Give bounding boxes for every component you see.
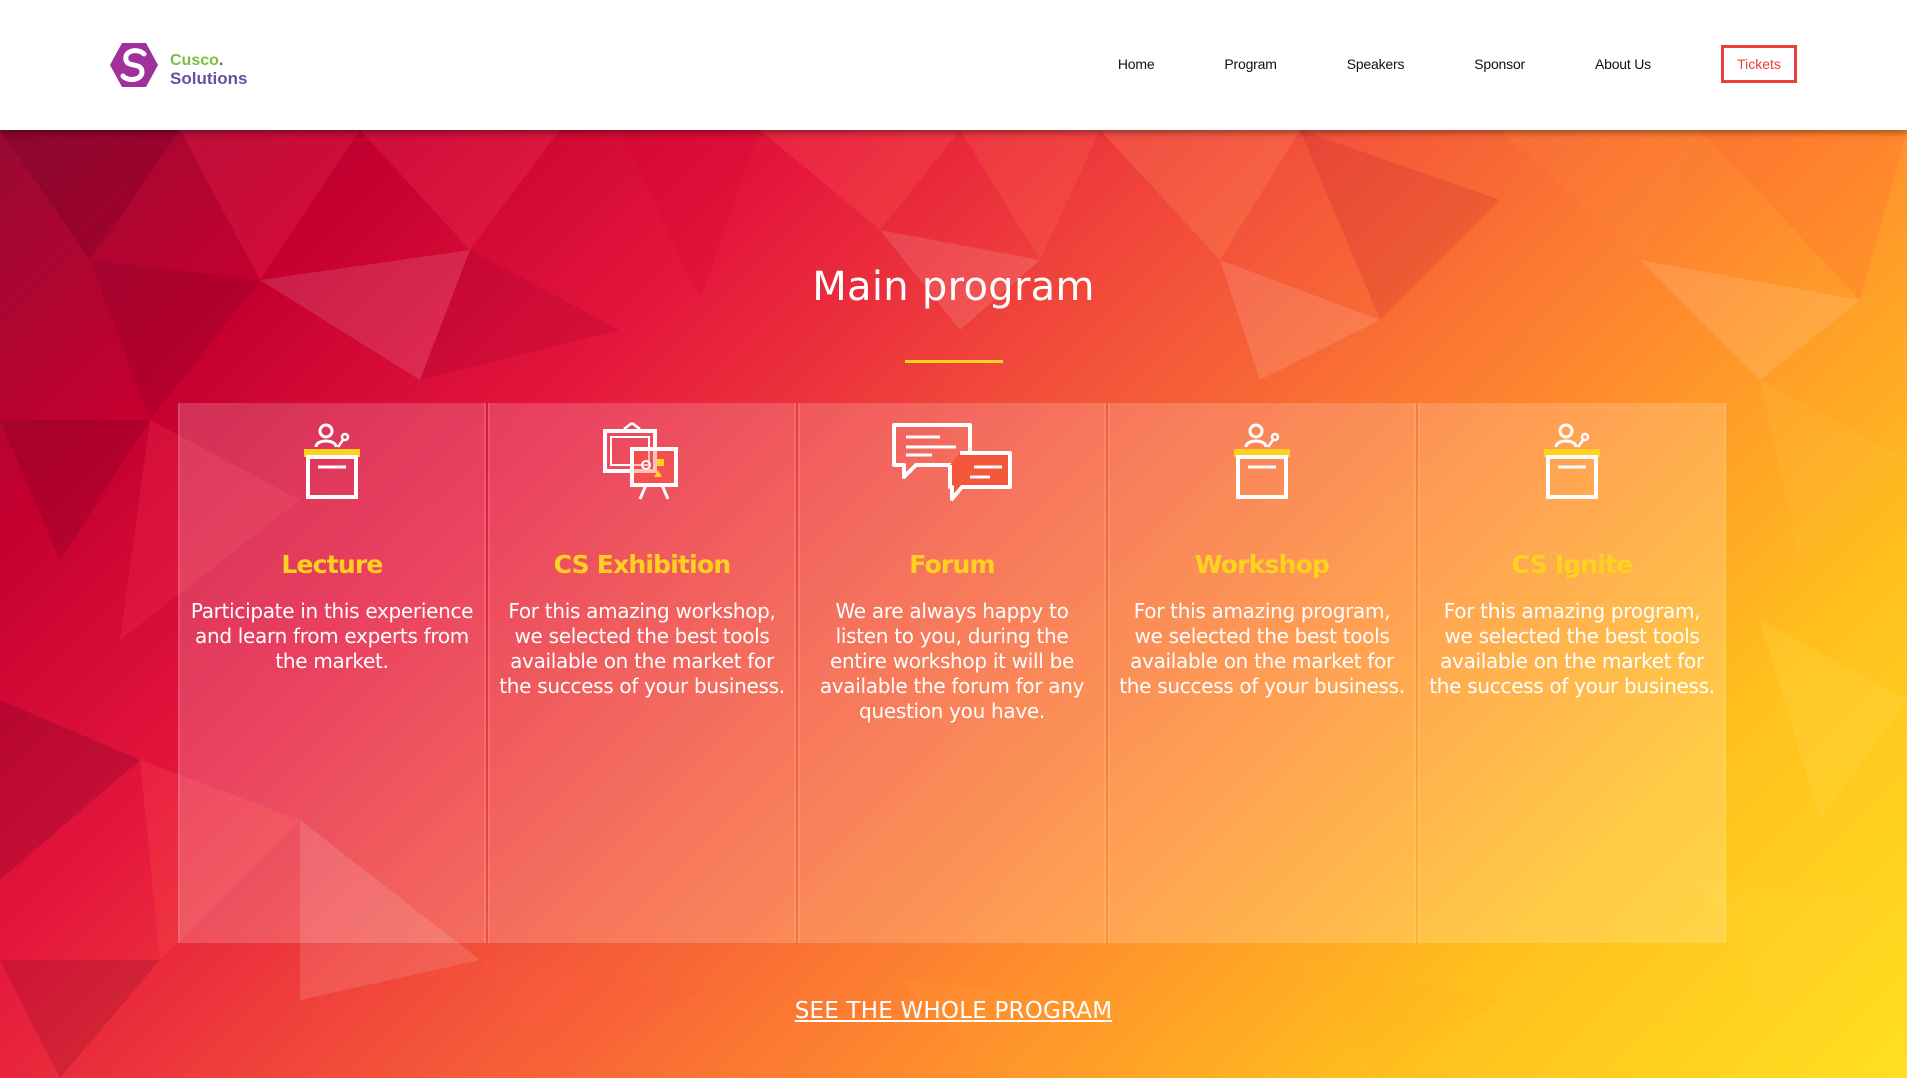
section-title: Main program xyxy=(812,264,1095,310)
card-description: For this amazing workshop, we selected t… xyxy=(499,599,785,698)
podium-icon xyxy=(1420,421,1724,501)
program-card-workshop[interactable]: Workshop For this amazing program, we se… xyxy=(1108,403,1416,943)
brand-name: Cusco. Solutions xyxy=(170,52,247,88)
see-all-container: SEE THE WHOLE PROGRAM xyxy=(0,998,1907,1024)
program-cards: Lecture Participate in this experience a… xyxy=(178,403,1728,943)
brand-line2: Solutions xyxy=(170,69,248,88)
nav-sponsor[interactable]: Sponsor xyxy=(1474,56,1525,72)
brand-line1: Cusco xyxy=(170,52,219,69)
nav-home[interactable]: Home xyxy=(1118,56,1155,72)
card-description: We are always happy to listen to you, du… xyxy=(819,599,1085,723)
nav-about-us[interactable]: About Us xyxy=(1595,56,1651,72)
main-nav: Home Program Speakers Sponsor About Us T… xyxy=(1118,42,1797,86)
card-description: Participate in this experience and learn… xyxy=(190,599,474,673)
exhibition-board-icon xyxy=(490,421,794,501)
card-description: For this amazing program, we selected th… xyxy=(1119,599,1405,698)
podium-icon xyxy=(1110,421,1414,501)
card-description: For this amazing program, we selected th… xyxy=(1429,599,1715,698)
podium-icon xyxy=(180,421,484,501)
card-title: CS Exhibition xyxy=(553,550,731,579)
nav-speakers[interactable]: Speakers xyxy=(1347,56,1405,72)
title-divider xyxy=(905,360,1003,363)
program-card-lecture[interactable]: Lecture Participate in this experience a… xyxy=(178,403,486,943)
chat-bubbles-icon xyxy=(800,421,1104,501)
nav-program[interactable]: Program xyxy=(1224,56,1276,72)
card-title: CS Ignite xyxy=(1511,550,1634,579)
card-title: Forum xyxy=(909,550,995,579)
logo-hexagon-icon xyxy=(110,43,158,87)
brand-logo[interactable]: Cusco. Solutions xyxy=(108,40,308,90)
site-header: Cusco. Solutions Home Program Speakers S… xyxy=(0,0,1907,130)
card-title: Workshop xyxy=(1194,550,1330,579)
card-title: Lecture xyxy=(281,550,383,579)
program-card-cs-exhibition[interactable]: CS Exhibition For this amazing workshop,… xyxy=(488,403,796,943)
brand-dot: . xyxy=(218,52,224,69)
program-card-forum[interactable]: Forum We are always happy to listen to y… xyxy=(798,403,1106,943)
tickets-button[interactable]: Tickets xyxy=(1721,45,1797,83)
see-whole-program-link[interactable]: SEE THE WHOLE PROGRAM xyxy=(795,998,1113,1024)
program-card-cs-ignite[interactable]: CS Ignite For this amazing program, we s… xyxy=(1418,403,1726,943)
